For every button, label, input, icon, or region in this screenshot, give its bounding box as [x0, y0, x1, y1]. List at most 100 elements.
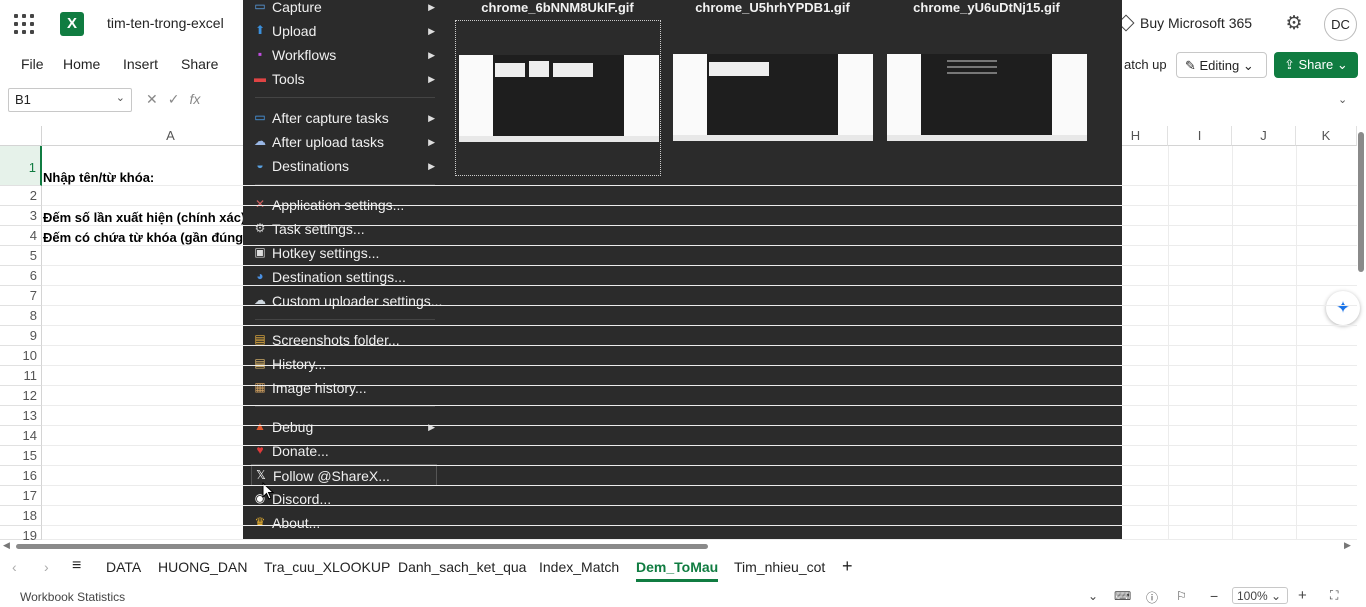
row-header[interactable]: 17 — [0, 486, 42, 506]
menu-item-workflows[interactable]: ▪ Workflows ▶ — [251, 44, 437, 66]
keyboard-icon[interactable]: ⌨ — [1114, 589, 1131, 603]
sheet-tab-dem-tomau[interactable]: Dem_ToMau — [636, 559, 719, 582]
thumbnail-card[interactable]: chrome_yU6uDtNj15.gif — [884, 0, 1089, 176]
enter-icon[interactable]: ✓ — [168, 91, 190, 107]
all-sheets-menu-icon[interactable]: ≡ — [72, 557, 81, 575]
row-header[interactable]: 7 — [0, 286, 42, 306]
row-header[interactable]: 15 — [0, 446, 42, 466]
workbook-statistics[interactable]: Workbook Statistics — [20, 590, 125, 604]
cell-a1[interactable]: Nhập tên/từ khóa: — [43, 170, 243, 185]
row-header[interactable]: 19 — [0, 526, 42, 543]
column-header-k[interactable]: K — [1296, 126, 1357, 146]
scroll-thumb[interactable] — [16, 544, 708, 549]
row-header[interactable]: 3 — [0, 206, 42, 226]
zoom-select[interactable]: 100% ⌄ — [1232, 587, 1288, 604]
hotkey-icon: ▣ — [254, 245, 266, 259]
chevron-down-icon[interactable]: ⌄ — [1338, 93, 1347, 106]
tab-file[interactable]: File — [21, 56, 44, 72]
row-header[interactable]: 14 — [0, 426, 42, 446]
row-header[interactable]: 16 — [0, 466, 42, 486]
row-header[interactable]: 12 — [0, 386, 42, 406]
row-header[interactable]: 8 — [0, 306, 42, 326]
help-icon[interactable]: ⓘ — [1146, 589, 1158, 606]
row-header[interactable]: 11 — [0, 366, 42, 386]
menu-item-task-settings[interactable]: ⚙ Task settings... — [251, 218, 437, 240]
fx-icon[interactable]: fx — [189, 91, 200, 107]
horizontal-scrollbar[interactable]: ◀ ▶ — [0, 540, 1366, 552]
menu-item-history[interactable]: ▤ History... — [251, 353, 437, 375]
grid-line — [42, 285, 1357, 286]
thumbnail-card[interactable]: chrome_6bNNM8UkIF.gif — [455, 0, 661, 176]
scroll-thumb[interactable] — [1358, 132, 1364, 272]
chevron-down-icon[interactable]: ⌄ — [1088, 589, 1098, 603]
zoom-in-icon[interactable]: + — [1298, 587, 1307, 604]
sheet-tab-danh-sach-ket-qua[interactable]: Danh_sach_ket_qua — [398, 559, 526, 575]
editing-mode-button[interactable]: ✎ Editing ⌄ — [1176, 52, 1267, 78]
menu-item-image-history[interactable]: ▦ Image history... — [251, 377, 437, 399]
share-button[interactable]: ⇪ Share ⌄ — [1274, 52, 1358, 78]
catch-up-button[interactable]: atch up — [1124, 57, 1167, 72]
copilot-sparkle-icon[interactable]: ✦ — [1326, 291, 1360, 325]
menu-item-tools[interactable]: ▬ Tools ▶ — [251, 68, 437, 90]
menu-item-capture[interactable]: ▭ Capture ▶ — [251, 0, 437, 18]
select-all-corner[interactable] — [0, 126, 42, 146]
row-header[interactable]: 6 — [0, 266, 42, 286]
sheet-tab-data[interactable]: DATA — [106, 559, 141, 575]
document-title[interactable]: tim-ten-trong-excel — [107, 15, 224, 31]
thumbnail-card[interactable]: chrome_U5hrhYPDB1.gif — [670, 0, 875, 176]
after-capture-icon: ▭ — [254, 110, 266, 124]
cell-a4[interactable]: Đếm có chứa từ khóa (gần đúng): — [43, 230, 252, 245]
row-header[interactable]: 5 — [0, 246, 42, 266]
sheet-tab-tim-nhieu-cot[interactable]: Tim_nhieu_cot — [734, 559, 825, 575]
add-sheet-icon[interactable]: + — [842, 556, 853, 577]
menu-item-after-upload[interactable]: ☁ After upload tasks ▶ — [251, 131, 437, 153]
menu-item-after-capture[interactable]: ▭ After capture tasks ▶ — [251, 107, 437, 129]
image-history-icon: ▦ — [254, 380, 266, 394]
menu-item-destinations[interactable]: ◒ Destinations ▶ — [251, 155, 437, 177]
sheet-tab-tra-cuu-xlookup[interactable]: Tra_cuu_XLOOKUP — [264, 559, 390, 575]
menu-item-folder[interactable]: ▤ Screenshots folder... — [251, 329, 437, 351]
scroll-left-icon[interactable]: ◀ — [3, 540, 10, 551]
menu-item-x-logo[interactable]: 𝕏 Follow @ShareX... — [251, 464, 437, 486]
menu-item-custom-uploader[interactable]: ☁ Custom uploader settings... — [251, 290, 442, 312]
row-header[interactable]: 10 — [0, 346, 42, 366]
cell-a3[interactable]: Đếm số lần xuất hiện (chính xác): — [43, 210, 250, 225]
row-header[interactable]: 4 — [0, 226, 42, 246]
menu-item-heart[interactable]: ♥ Donate... — [251, 440, 437, 462]
menu-item-label: Capture — [272, 0, 322, 15]
scroll-right-icon[interactable]: ▶ — [1344, 540, 1351, 551]
fullscreen-icon[interactable]: ⛶ — [1330, 588, 1338, 603]
feedback-icon[interactable]: ⚐ — [1176, 589, 1187, 603]
gear-icon[interactable]: ⚙ — [1284, 14, 1304, 34]
column-header-i[interactable]: I — [1168, 126, 1232, 146]
sheet-tab-index-match[interactable]: Index_Match — [539, 559, 619, 575]
column-header-j[interactable]: J — [1232, 126, 1296, 146]
zoom-out-icon[interactable]: − — [1210, 588, 1218, 604]
tab-insert[interactable]: Insert — [123, 56, 158, 72]
cancel-icon[interactable]: ✕ — [146, 91, 168, 107]
row-header[interactable]: 13 — [0, 406, 42, 426]
name-box[interactable]: B1 ⌄ — [8, 88, 132, 112]
avatar[interactable]: DC — [1324, 8, 1357, 41]
capture-icon: ▭ — [254, 0, 266, 13]
buy-label: Buy Microsoft 365 — [1140, 15, 1253, 31]
menu-item-upload[interactable]: ⬆ Upload ▶ — [251, 20, 437, 42]
tab-home[interactable]: Home — [63, 56, 100, 72]
sheet-tab-huong-dan[interactable]: HUONG_DAN — [158, 559, 247, 575]
grid-line — [42, 445, 1357, 446]
row-header[interactable]: 1 — [0, 146, 42, 186]
menu-item-debug[interactable]: ▲ Debug ▶ — [251, 416, 437, 438]
row-header[interactable]: 2 — [0, 186, 42, 206]
vertical-scrollbar[interactable] — [1357, 126, 1366, 540]
next-sheet-icon[interactable]: › — [44, 559, 49, 575]
row-header[interactable]: 18 — [0, 506, 42, 526]
grid-line — [42, 539, 1357, 540]
menu-item-crown[interactable]: ♛ About... — [251, 512, 437, 534]
row-header[interactable]: 9 — [0, 326, 42, 346]
prev-sheet-icon[interactable]: ‹ — [12, 559, 17, 575]
buy-microsoft-365-link[interactable]: Buy Microsoft 365 — [1117, 14, 1253, 32]
tab-share[interactable]: Share — [181, 56, 218, 72]
menu-item-discord[interactable]: ◉ Discord... — [251, 488, 437, 510]
share-label: Share — [1298, 57, 1334, 72]
app-launcher-icon[interactable] — [14, 14, 34, 34]
